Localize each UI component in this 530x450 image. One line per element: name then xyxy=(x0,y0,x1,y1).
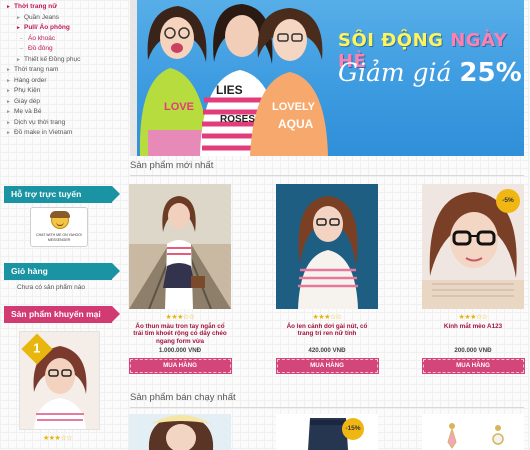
support-header: Hỗ trợ trực tuyến xyxy=(4,186,120,203)
category-label: Áo khoác xyxy=(28,34,56,42)
product-card: ★★★☆☆ Áo thun màu tron tay ngắn cổ trái … xyxy=(128,184,232,374)
arrow-right-icon: ► xyxy=(6,98,11,105)
category-item[interactable]: ► Thiết kế Đồng phục xyxy=(6,55,124,66)
svg-text:ROSES: ROSES xyxy=(220,114,255,125)
product-card: -5% ★★★☆☆ Kính mắt mèo A123 200.000 VNĐ … xyxy=(421,184,525,374)
svg-text:AQUA: AQUA xyxy=(278,117,314,131)
category-item[interactable]: ► Quần Jeans xyxy=(6,13,124,24)
product-rating-stars: ★★★☆☆ xyxy=(312,314,342,321)
best-sellers-heading: Sản phẩm bán chạy nhất xyxy=(130,392,524,408)
discount-badge: -5% xyxy=(496,189,520,213)
bestseller-image-1[interactable] xyxy=(129,414,231,450)
cart-empty-text: Chưa có sản phẩm nào xyxy=(17,284,85,291)
arrow-right-icon: ► xyxy=(6,4,11,10)
product-name-link[interactable]: Kính mắt mèo A123 xyxy=(422,323,524,345)
arrow-right-icon: ► xyxy=(6,88,11,94)
cart-header: Giỏ hàng xyxy=(4,263,120,280)
product-photo-2 xyxy=(276,184,378,309)
discount-badge: -15% xyxy=(342,418,364,440)
category-label: Thời trang nữ xyxy=(14,3,57,10)
product-name-link[interactable]: Áo thun màu tron tay ngắn cổ trái tim kh… xyxy=(129,323,231,345)
category-item[interactable]: – Áo khoác xyxy=(6,34,124,45)
bestseller-photo-1 xyxy=(129,414,231,450)
product-rating-stars: ★★★☆☆ xyxy=(165,314,195,321)
product-price: 200.000 VNĐ xyxy=(454,347,492,354)
category-item[interactable]: ► Giày dép xyxy=(6,97,124,108)
category-label: Mẹ và Bé xyxy=(14,108,42,115)
category-item[interactable]: ► Mẹ và Bé xyxy=(6,107,124,118)
category-item[interactable]: ► Phụ Kiện xyxy=(6,86,124,97)
bestseller-photo-3 xyxy=(422,414,524,450)
bestseller-image-2[interactable]: -15% xyxy=(276,414,378,450)
category-item[interactable]: ► Pull/ Áo phông xyxy=(6,23,124,34)
arrow-right-icon: ► xyxy=(6,109,11,115)
category-label: Giày dép xyxy=(14,97,41,105)
promo-product-image[interactable]: 1 xyxy=(19,331,100,430)
category-label: Hàng order xyxy=(14,76,47,84)
category-item[interactable]: ► Thời trang nữ xyxy=(6,2,124,13)
product-image[interactable] xyxy=(129,184,231,309)
arrow-right-icon: ► xyxy=(16,56,21,63)
category-label: Đồ đông xyxy=(28,45,53,52)
arrow-right-icon: ► xyxy=(16,25,21,31)
hero-banner[interactable]: LOVE LIES ROSES LOVELY AQUA SÔI ĐỘNG NGÀ… xyxy=(130,0,524,156)
category-item[interactable]: ► Dịch vụ thời trang xyxy=(6,118,124,129)
buy-button[interactable]: MUA HÀNG xyxy=(128,358,232,374)
category-menu: ► Thời trang nữ ► Quần Jeans ► Pull/ Áo phông… xyxy=(0,0,124,139)
svg-text:LOVELY: LOVELY xyxy=(272,101,316,113)
buy-button[interactable]: MUA HÀNG xyxy=(421,358,525,374)
product-photo-1 xyxy=(129,184,231,309)
category-item[interactable]: ► Thời trang nam xyxy=(6,65,124,76)
product-image[interactable]: -5% xyxy=(422,184,524,309)
dash-icon: – xyxy=(20,35,23,42)
promo-rating-stars: ★★★☆☆ xyxy=(43,435,72,442)
category-label: Phụ Kiện xyxy=(14,87,41,94)
arrow-right-icon: ► xyxy=(6,77,11,84)
category-item[interactable]: – Đồ đông xyxy=(6,44,124,55)
yahoo-smiley-icon xyxy=(50,211,70,229)
yahoo-chat-button[interactable]: CHAT WITH ME ON YAHOO! MESSENGER xyxy=(30,207,88,247)
product-price: 420.000 VNĐ xyxy=(308,347,346,354)
product-rating-stars: ★★★☆☆ xyxy=(458,314,488,321)
banner-discount-text: Giảm giá 25% xyxy=(338,58,522,88)
bestseller-image-3[interactable] xyxy=(422,414,524,450)
product-card: ★★★☆☆ Áo len cánh dơi gài nút, cổ trang … xyxy=(275,184,379,374)
category-label: Thiết kế Đồng phục xyxy=(24,55,81,63)
sidebar: ► Thời trang nữ ► Quần Jeans ► Pull/ Áo phông… xyxy=(0,0,124,450)
dash-icon: – xyxy=(20,46,23,52)
product-image[interactable] xyxy=(276,184,378,309)
category-label: Pull/ Áo phông xyxy=(24,24,70,31)
buy-button[interactable]: MUA HÀNG xyxy=(275,358,379,374)
arrow-right-icon: ► xyxy=(6,67,11,73)
category-item[interactable]: ► Đồ make in Vietnam xyxy=(6,128,124,139)
yahoo-chat-label: CHAT WITH ME ON YAHOO! MESSENGER xyxy=(36,233,82,242)
svg-text:LOVE: LOVE xyxy=(164,101,194,113)
arrow-right-icon: ► xyxy=(16,14,21,21)
category-label: Dịch vụ thời trang xyxy=(14,118,66,126)
product-price: 1.000.000 VNĐ xyxy=(158,347,202,354)
product-name-link[interactable]: Áo len cánh dơi gài nút, cổ trang trí re… xyxy=(276,323,378,345)
svg-text:LIES: LIES xyxy=(216,83,243,97)
category-item[interactable]: ► Hàng order xyxy=(6,76,124,87)
category-label: Đồ make in Vietnam xyxy=(14,129,73,136)
new-products-heading: Sản phẩm mới nhất xyxy=(130,160,524,176)
category-label: Thời trang nam xyxy=(14,66,59,73)
arrow-right-icon: ► xyxy=(6,119,11,126)
arrow-right-icon: ► xyxy=(6,130,11,136)
promo-header: Sản phẩm khuyến mại xyxy=(4,306,120,323)
category-label: Quần Jeans xyxy=(24,13,60,21)
